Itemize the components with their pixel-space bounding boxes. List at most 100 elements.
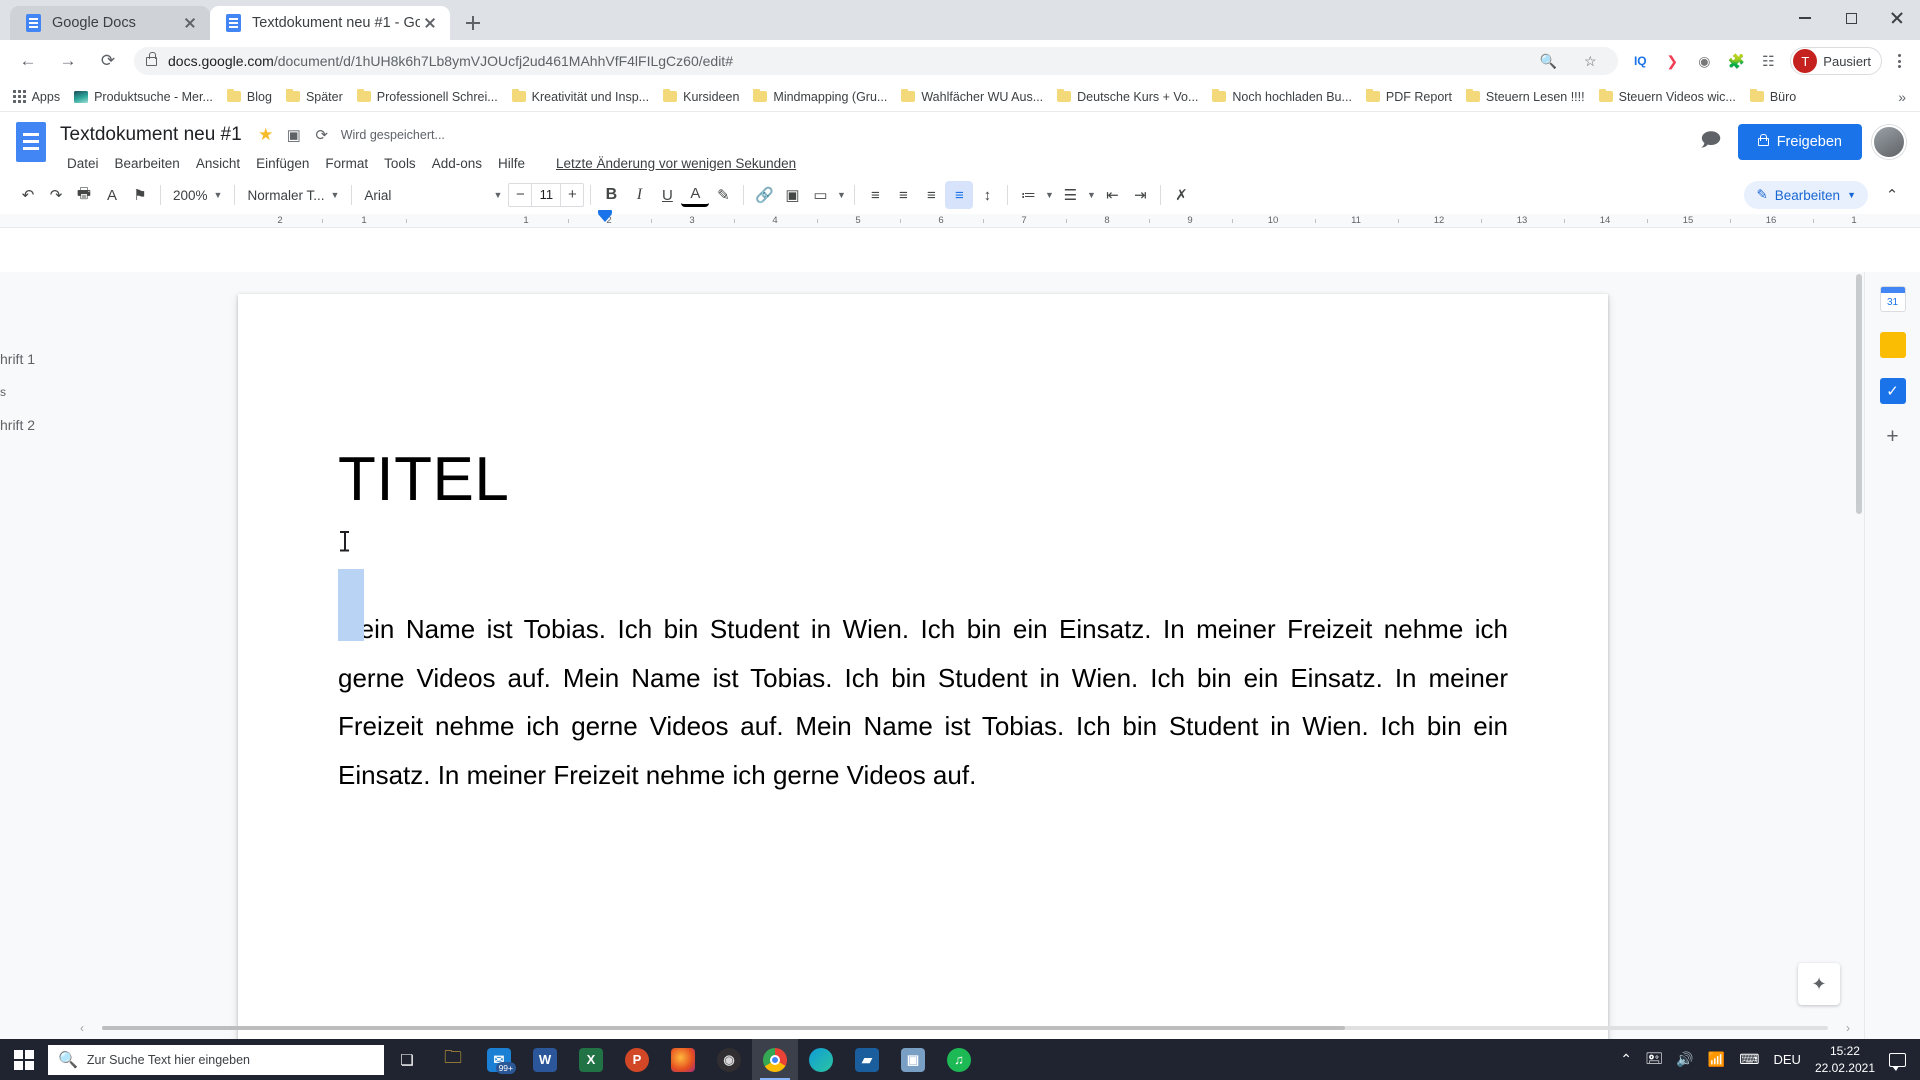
volume-icon[interactable]: 🔊 xyxy=(1676,1051,1693,1068)
document-outline-panel[interactable]: hrift 1 s hrift 2 xyxy=(0,342,115,442)
address-bar[interactable]: docs.google.com/document/d/1hUH8k6h7Lb8y… xyxy=(134,47,1619,75)
italic-button[interactable]: I xyxy=(625,181,653,209)
scroll-right-arrow-icon[interactable]: › xyxy=(1846,1021,1850,1035)
font-family-select[interactable]: Arial ▼ xyxy=(358,182,508,208)
file-explorer-icon[interactable]: 🗀 xyxy=(430,1039,476,1080)
insert-image-button[interactable]: ▭ xyxy=(806,181,834,209)
outline-item[interactable]: s xyxy=(0,376,115,408)
bookmark-item[interactable]: Steuern Videos wic... xyxy=(1592,85,1743,109)
adblock-extension-icon[interactable]: ◉ xyxy=(1691,48,1717,74)
document-canvas[interactable]: hrift 1 s hrift 2 TITEL Mein Name ist To… xyxy=(0,272,1920,1039)
bulleted-list-button[interactable]: ☰ xyxy=(1056,181,1084,209)
spellcheck-button[interactable]: A xyxy=(98,181,126,209)
keep-icon[interactable] xyxy=(1879,332,1906,358)
document-title[interactable]: Textdokument neu #1 xyxy=(60,124,242,146)
task-view-icon[interactable]: ❏ xyxy=(384,1039,430,1080)
photos-icon[interactable]: ▣ xyxy=(890,1039,936,1080)
zoom-icon[interactable]: 🔍 xyxy=(1535,48,1561,74)
move-to-folder-icon[interactable]: ▣ xyxy=(282,123,306,147)
back-arrow-icon[interactable]: ← xyxy=(13,46,43,76)
chrome-icon[interactable] xyxy=(752,1039,798,1080)
font-size-value[interactable]: 11 xyxy=(531,184,562,206)
windows-start-icon[interactable] xyxy=(0,1039,48,1080)
bookmarks-overflow-icon[interactable]: » xyxy=(1890,89,1914,105)
taskbar-clock[interactable]: 15:22 22.02.2021 xyxy=(1815,1043,1875,1075)
document-ruler[interactable]: 2 1 1 2 3 4 5 6 7 8 9 10 11 12 13 14 15 … xyxy=(0,210,1920,228)
scroll-thumb[interactable] xyxy=(102,1026,1345,1030)
font-size-increase-button[interactable]: + xyxy=(561,184,583,206)
word-icon[interactable]: W xyxy=(522,1039,568,1080)
edge-icon[interactable] xyxy=(798,1039,844,1080)
browser-tab-active[interactable]: Textdokument neu #1 - Google D xyxy=(210,6,450,40)
menu-datei[interactable]: Datei xyxy=(60,153,106,174)
add-comment-button[interactable]: ▣ xyxy=(778,181,806,209)
insert-link-button[interactable]: 🔗 xyxy=(750,181,778,209)
paragraph-style-select[interactable]: Normaler T... ▼ xyxy=(241,182,345,208)
pocket-extension-icon[interactable]: ❯ xyxy=(1659,48,1685,74)
vertical-scrollbar[interactable] xyxy=(1855,274,1864,514)
powerpoint-icon[interactable]: P xyxy=(614,1039,660,1080)
chevron-down-icon[interactable]: ▼ xyxy=(1084,181,1098,209)
align-justify-button[interactable]: ≡ xyxy=(945,181,974,209)
outline-item[interactable]: hrift 2 xyxy=(0,408,115,442)
highlight-color-button[interactable]: ✎ xyxy=(709,181,737,209)
bookmark-item[interactable]: Steuern Lesen !!!! xyxy=(1459,85,1592,109)
tab-close-icon[interactable] xyxy=(180,13,200,33)
bookmark-item[interactable]: Mindmapping (Gru... xyxy=(746,85,894,109)
scroll-left-arrow-icon[interactable]: ‹ xyxy=(80,1021,84,1035)
chrome-menu-icon[interactable] xyxy=(1886,48,1912,74)
underline-button[interactable]: U xyxy=(653,181,681,209)
bookmark-item[interactable]: Später xyxy=(279,85,350,109)
horizontal-scrollbar[interactable]: ‹ › xyxy=(80,1021,1850,1035)
onedrive-camera-icon[interactable]: 🖭 xyxy=(1646,1048,1662,1072)
firefox-icon[interactable] xyxy=(660,1039,706,1080)
redo-button[interactable]: ↷ xyxy=(42,181,70,209)
font-size-decrease-button[interactable]: − xyxy=(509,184,531,206)
bookmark-apps[interactable]: Apps xyxy=(6,85,67,109)
align-center-button[interactable]: ≡ xyxy=(889,181,917,209)
wifi-icon[interactable]: 📶 xyxy=(1708,1051,1725,1068)
increase-indent-button[interactable]: ⇥ xyxy=(1126,181,1154,209)
mail-icon[interactable]: ✉ 99+ xyxy=(476,1039,522,1080)
chevron-down-icon[interactable]: ▼ xyxy=(1042,181,1056,209)
profile-chip[interactable]: T Pausiert xyxy=(1790,47,1882,75)
paint-format-button[interactable]: ⚑ xyxy=(126,181,154,209)
account-avatar[interactable] xyxy=(1872,125,1906,159)
bookmark-item[interactable]: Kreativität und Insp... xyxy=(505,85,656,109)
align-right-button[interactable]: ≡ xyxy=(917,181,945,209)
bookmark-item[interactable]: Deutsche Kurs + Vo... xyxy=(1050,85,1205,109)
new-tab-button[interactable] xyxy=(456,6,490,40)
close-button[interactable] xyxy=(1874,0,1920,36)
puzzle-extension-icon[interactable]: 🧩 xyxy=(1723,48,1749,74)
print-button[interactable]: 🖶 xyxy=(70,181,98,209)
clear-formatting-button[interactable]: ✗ xyxy=(1167,181,1195,209)
menu-bearbeiten[interactable]: Bearbeiten xyxy=(108,153,187,174)
document-heading[interactable]: TITEL xyxy=(338,444,1508,515)
last-edit-link[interactable]: Letzte Änderung vor wenigen Sekunden xyxy=(556,156,796,171)
menu-einfuegen[interactable]: Einfügen xyxy=(249,153,316,174)
align-left-button[interactable]: ≡ xyxy=(861,181,889,209)
numbered-list-button[interactable]: ≔ xyxy=(1014,181,1042,209)
calendar-icon[interactable]: 31 xyxy=(1879,286,1906,312)
bookmark-item[interactable]: Noch hochladen Bu... xyxy=(1205,85,1359,109)
maximize-button[interactable] xyxy=(1828,0,1874,36)
tasks-icon[interactable]: ✓ xyxy=(1879,378,1906,404)
forward-arrow-icon[interactable]: → xyxy=(53,46,83,76)
document-body-paragraph[interactable]: Mein Name ist Tobias. Ich bin Student in… xyxy=(338,531,1508,799)
browser-tab[interactable]: Google Docs xyxy=(10,6,210,40)
menu-ansicht[interactable]: Ansicht xyxy=(189,153,247,174)
tab-close-icon[interactable] xyxy=(420,13,440,33)
editing-mode-button[interactable]: ✎ Bearbeiten ▼ xyxy=(1744,181,1868,209)
spotify-icon[interactable]: ♫ xyxy=(936,1039,982,1080)
reload-icon[interactable]: ⟳ xyxy=(93,46,123,76)
keyboard-icon[interactable]: ⌨ xyxy=(1739,1051,1759,1068)
iq-extension-icon[interactable]: IQ xyxy=(1627,48,1653,74)
undo-button[interactable]: ↶ xyxy=(14,181,42,209)
comment-icon[interactable]: 🗩 xyxy=(1694,125,1728,159)
font-size-stepper[interactable]: − 11 + xyxy=(508,183,585,207)
zoom-level-select[interactable]: 200% ▼ xyxy=(167,182,228,208)
obs-studio-icon[interactable]: ◉ xyxy=(706,1039,752,1080)
bookmark-item[interactable]: Blog xyxy=(220,85,279,109)
video-editor-icon[interactable]: ▰ xyxy=(844,1039,890,1080)
menu-hilfe[interactable]: Hilfe xyxy=(491,153,532,174)
